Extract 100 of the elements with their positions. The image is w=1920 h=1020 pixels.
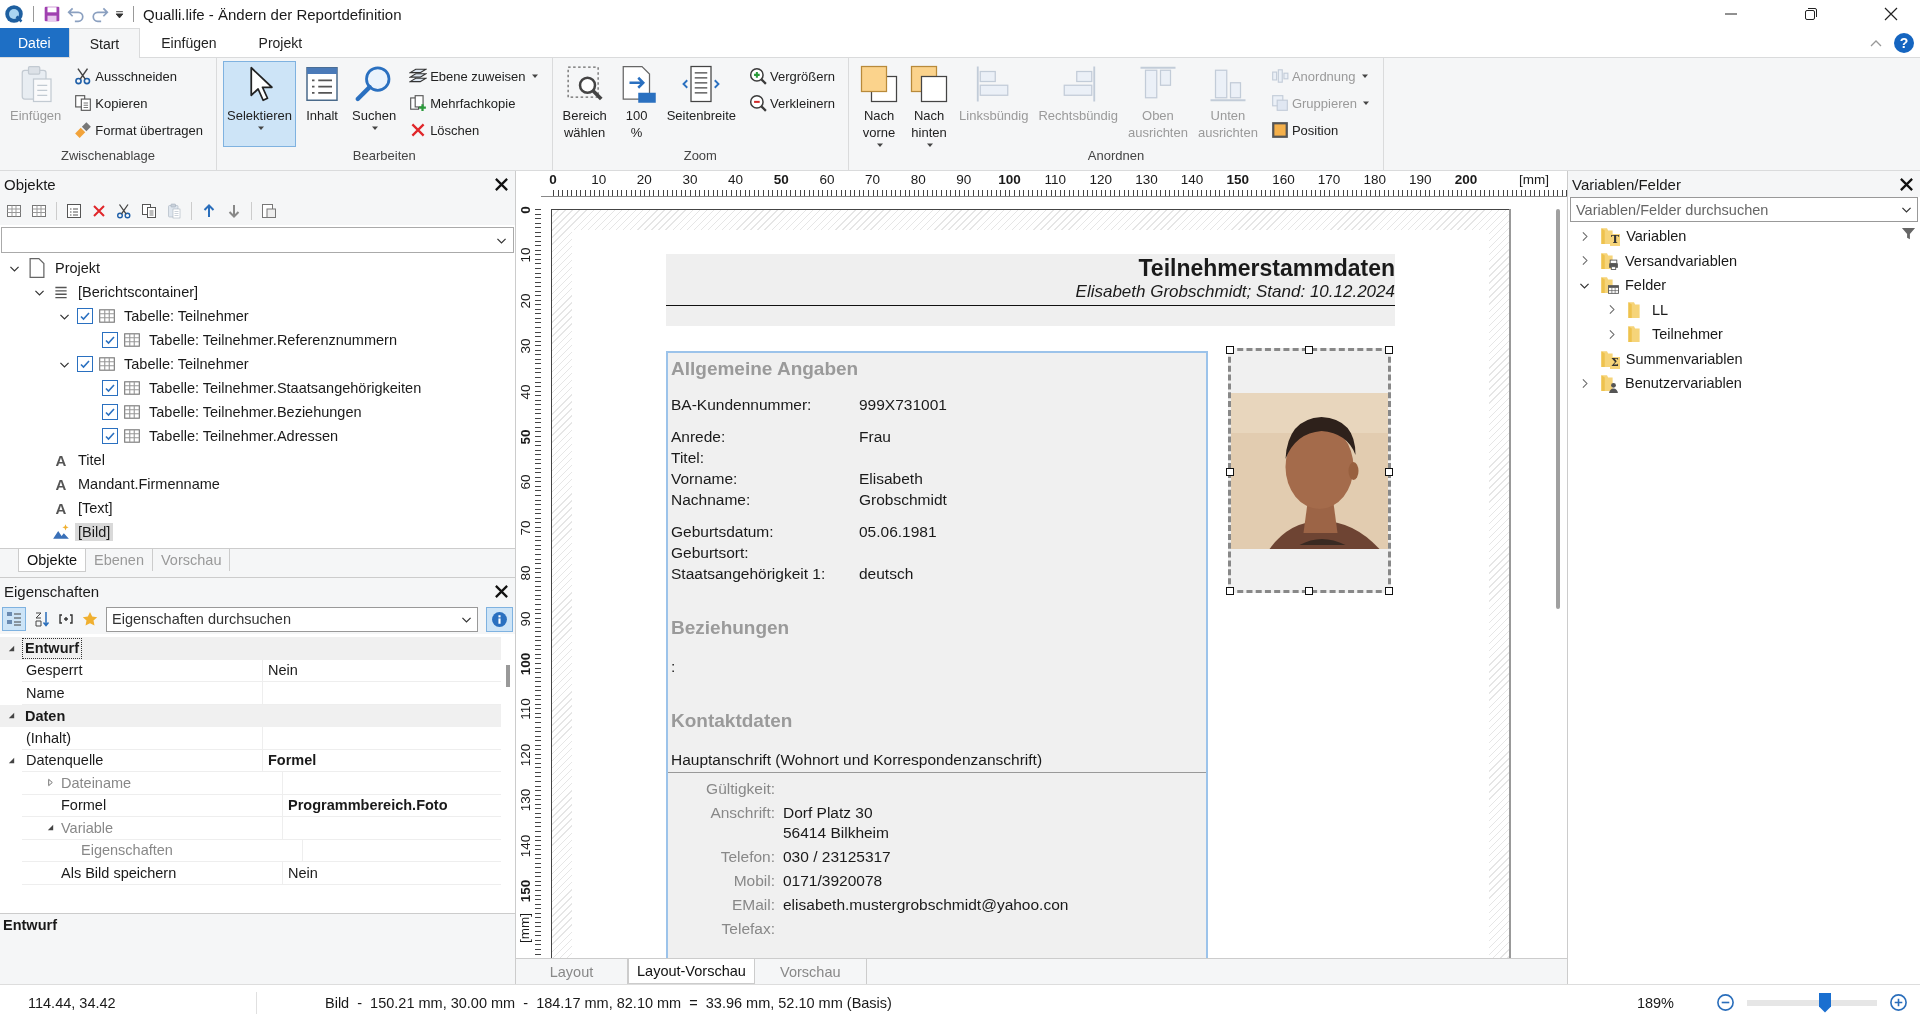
checkbox[interactable] bbox=[102, 332, 118, 348]
restore-icon[interactable] bbox=[1803, 6, 1819, 22]
tree-item[interactable]: [Berichtscontainer] bbox=[75, 283, 202, 301]
tree-item[interactable]: Variablen bbox=[1626, 228, 1687, 245]
slider-thumb[interactable] bbox=[1819, 992, 1831, 1013]
ribbon-button[interactable]: Suchen bbox=[348, 61, 401, 147]
app-logo-icon[interactable] bbox=[4, 4, 24, 24]
tree-item[interactable]: Felder bbox=[1625, 277, 1667, 294]
ribbon-button[interactable]: Inhalt bbox=[298, 61, 347, 147]
triangle-icon[interactable] bbox=[6, 643, 16, 653]
close-icon[interactable] bbox=[494, 583, 509, 599]
close-icon[interactable] bbox=[494, 176, 509, 192]
star-icon[interactable] bbox=[82, 611, 98, 627]
search-field[interactable]: Eigenschaften durchsuchen bbox=[106, 606, 478, 632]
property-value[interactable]: Nein bbox=[288, 864, 318, 881]
ribbon-tab[interactable]: Datei bbox=[0, 28, 69, 57]
ribbon-button[interactable]: Ausschneiden bbox=[71, 64, 206, 88]
export-icon[interactable] bbox=[261, 203, 277, 219]
panel-tab[interactable]: Objekte bbox=[18, 549, 86, 572]
resize-handle[interactable] bbox=[1226, 587, 1234, 595]
zoom-out-icon[interactable] bbox=[1716, 993, 1735, 1012]
tree-item[interactable]: [Text] bbox=[75, 499, 116, 517]
resize-handle[interactable] bbox=[1305, 587, 1313, 595]
ribbon-button[interactable]: Kopieren bbox=[71, 91, 206, 115]
delete-icon[interactable] bbox=[91, 203, 107, 219]
close-icon[interactable] bbox=[1883, 6, 1899, 22]
table-icon[interactable] bbox=[31, 203, 47, 219]
ribbon-button[interactable]: Nach hinten bbox=[905, 61, 954, 147]
tree-item[interactable]: Tabelle: Teilnehmer.Staatsangehörigkeiten bbox=[146, 379, 425, 397]
tree-item[interactable]: Versandvariablen bbox=[1625, 252, 1738, 269]
ribbon-button[interactable]: Verkleinern bbox=[746, 91, 839, 115]
ribbon-tab[interactable]: Start bbox=[68, 28, 141, 58]
close-icon[interactable] bbox=[1899, 176, 1914, 192]
resize-handle[interactable] bbox=[1305, 346, 1313, 354]
tree-item[interactable]: Benutzervariablen bbox=[1625, 375, 1742, 392]
ribbon-button[interactable]: Nach vorne bbox=[855, 61, 904, 147]
brackets-icon[interactable] bbox=[58, 611, 74, 627]
save-icon[interactable] bbox=[43, 5, 61, 23]
form-icon[interactable] bbox=[66, 203, 82, 219]
tree-item[interactable]: Projekt bbox=[52, 259, 104, 277]
resize-handle[interactable] bbox=[1226, 346, 1234, 354]
ribbon-button[interactable]: Mehrfachkopie bbox=[406, 91, 542, 115]
tree-item[interactable]: Tabelle: Teilnehmer bbox=[121, 307, 252, 325]
filter-icon[interactable] bbox=[1901, 226, 1916, 241]
help-button[interactable]: ? bbox=[1894, 32, 1914, 53]
tree-item[interactable]: Tabelle: Teilnehmer.Beziehungen bbox=[146, 403, 365, 421]
resize-handle[interactable] bbox=[1385, 346, 1393, 354]
ribbon-button[interactable]: 100 % bbox=[612, 61, 661, 147]
image-frame[interactable] bbox=[1228, 348, 1391, 593]
checkbox[interactable] bbox=[102, 428, 118, 444]
category-label[interactable]: Entwurf bbox=[22, 638, 82, 659]
ribbon-tab[interactable]: Projekt bbox=[237, 28, 324, 57]
ribbon-button[interactable]: Bereich wählen bbox=[558, 61, 611, 147]
scissors-icon[interactable] bbox=[116, 203, 132, 219]
ribbon-tab[interactable]: Einfügen bbox=[140, 28, 238, 57]
tree-item[interactable]: Summenvariablen bbox=[1625, 350, 1743, 367]
tree-item[interactable]: LL bbox=[1652, 301, 1669, 318]
copy-icon[interactable] bbox=[141, 203, 157, 219]
search-field[interactable]: Variablen/Felder durchsuchen bbox=[1570, 197, 1918, 222]
zoom-in-icon[interactable] bbox=[1889, 993, 1908, 1012]
tree-item[interactable]: Titel bbox=[75, 451, 108, 469]
redo-icon[interactable] bbox=[91, 5, 109, 23]
ribbon-button[interactable]: Selektieren bbox=[223, 61, 297, 147]
triangle-icon[interactable] bbox=[6, 756, 16, 766]
category-label[interactable]: Daten bbox=[22, 705, 69, 726]
resize-handle[interactable] bbox=[1385, 468, 1393, 476]
resize-handle[interactable] bbox=[1226, 468, 1234, 476]
ribbon-button[interactable]: Seitenbreite bbox=[662, 61, 740, 147]
tree-item[interactable]: Tabelle: Teilnehmer bbox=[121, 355, 252, 373]
ribbon-button[interactable]: Ebene zuweisen bbox=[406, 64, 542, 88]
tree-item[interactable]: Mandant.Firmenname bbox=[75, 475, 223, 493]
report-table[interactable] bbox=[666, 351, 1208, 958]
ribbon-button[interactable]: Position bbox=[1267, 118, 1373, 142]
ribbon-button[interactable]: Vergrößern bbox=[746, 64, 839, 88]
scrollbar-thumb[interactable] bbox=[1556, 209, 1560, 609]
arrow-down-icon[interactable] bbox=[226, 203, 242, 219]
triangle-icon[interactable] bbox=[6, 711, 16, 721]
resize-handle[interactable] bbox=[1385, 587, 1393, 595]
tree-item[interactable]: [Bild] bbox=[75, 523, 114, 541]
property-value[interactable]: Nein bbox=[268, 662, 298, 679]
checkbox[interactable] bbox=[77, 356, 93, 372]
customize-icon[interactable] bbox=[115, 9, 124, 19]
arrow-up-icon[interactable] bbox=[201, 203, 217, 219]
checkbox[interactable] bbox=[102, 380, 118, 396]
info-button[interactable] bbox=[486, 606, 513, 632]
view-tab[interactable]: Layout-Vorschau bbox=[628, 959, 755, 984]
checkbox[interactable] bbox=[77, 308, 93, 324]
property-value[interactable]: Formel bbox=[268, 752, 317, 769]
table-icon[interactable] bbox=[6, 203, 22, 219]
checkbox[interactable] bbox=[102, 404, 118, 420]
sort-icon[interactable] bbox=[34, 611, 50, 627]
tree-item[interactable]: Tabelle: Teilnehmer.Referenznummern bbox=[146, 331, 400, 349]
property-value[interactable]: Programmbereich.Foto bbox=[288, 797, 448, 814]
categorized-button[interactable] bbox=[2, 607, 26, 631]
tree-item[interactable]: Teilnehmer bbox=[1652, 326, 1723, 343]
undo-icon[interactable] bbox=[67, 5, 85, 23]
tree-item[interactable]: Tabelle: Teilnehmer.Adressen bbox=[146, 427, 342, 445]
ribbon-button[interactable]: Löschen bbox=[406, 118, 542, 142]
clipboard-icon[interactable] bbox=[166, 203, 182, 219]
ribbon-button[interactable]: Format übertragen bbox=[71, 118, 206, 142]
